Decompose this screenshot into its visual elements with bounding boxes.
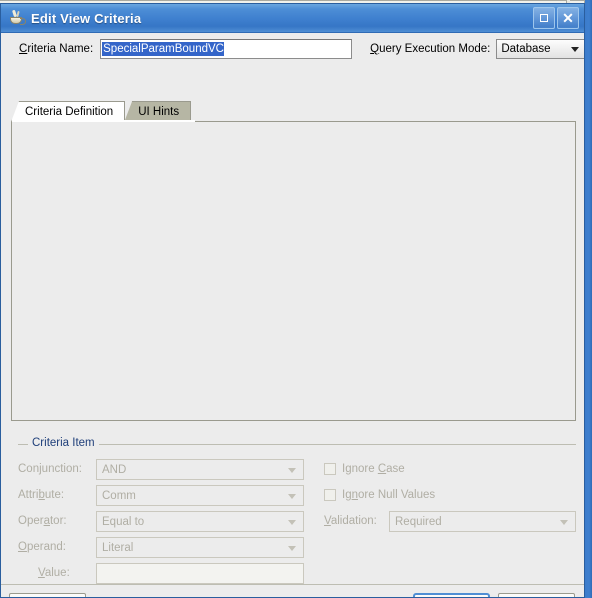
cancel-button[interactable]: Cancel	[498, 593, 575, 597]
attribute-label: Attribute:	[18, 489, 65, 501]
criteria-name-label: Criteria Name:	[19, 43, 94, 55]
operator-select[interactable]: Equal to	[96, 511, 304, 532]
validation-select[interactable]: Required	[389, 511, 576, 532]
value-input[interactable]	[96, 563, 304, 584]
operand-value: Literal	[102, 541, 134, 554]
value-label: Value:	[38, 567, 70, 579]
dialog-header-row: Criteria Name: SpecialParamBoundVC Query…	[1, 33, 584, 65]
window-controls: ✕	[533, 7, 581, 29]
chevron-down-icon	[288, 519, 296, 525]
chevron-down-icon	[288, 545, 296, 551]
dialog-body: Criteria Name: SpecialParamBoundVC Query…	[1, 33, 584, 597]
query-execution-mode-label: Query Execution Mode:	[370, 43, 491, 55]
tab-seam-mask	[12, 120, 195, 122]
maximize-button[interactable]	[533, 7, 555, 29]
criteria-item-group: Criteria Item Conjunction: AND Attribute…	[18, 437, 576, 584]
java-coffee-cup-icon	[8, 9, 26, 27]
dialog-title: Edit View Criteria	[31, 10, 142, 26]
background-window-right-edge	[585, 0, 592, 598]
conjunction-label: Conjunction:	[18, 463, 82, 475]
ignore-case-checkbox[interactable]	[324, 463, 336, 475]
edit-view-criteria-dialog: Edit View Criteria ✕ Criteria Name: Spec…	[0, 3, 585, 598]
criteria-name-value: SpecialParamBoundVC	[102, 42, 224, 56]
conjunction-value: AND	[102, 463, 127, 476]
maximize-icon	[540, 14, 548, 22]
ignore-null-values-checkbox[interactable]	[324, 489, 336, 501]
help-button[interactable]: Help	[9, 593, 86, 597]
conjunction-select[interactable]: AND	[96, 459, 304, 480]
tab-ui-hints[interactable]: UI Hints	[124, 101, 192, 122]
criteria-item-title: Criteria Item	[28, 437, 99, 449]
validation-value: Required	[395, 515, 442, 528]
criteria-name-input[interactable]: SpecialParamBoundVC	[100, 39, 353, 59]
operator-value: Equal to	[102, 515, 145, 528]
ignore-null-values-label: Ignore Null Values	[342, 489, 436, 501]
tab-criteria-definition[interactable]: Criteria Definition	[11, 101, 126, 122]
operand-label: Operand:	[18, 541, 66, 553]
tab-bar: Criteria Definition UI Hints	[11, 101, 192, 122]
ok-button[interactable]: OK	[413, 593, 490, 597]
dialog-titlebar[interactable]: Edit View Criteria ✕	[1, 4, 584, 33]
group-divider	[18, 444, 576, 445]
validation-label: Validation:	[324, 515, 377, 527]
chevron-down-icon	[288, 493, 296, 499]
dialog-footer: Help OK Cancel	[1, 593, 584, 597]
attribute-value: Comm	[102, 489, 136, 502]
query-execution-mode-select[interactable]: Database	[496, 39, 584, 59]
attribute-select[interactable]: Comm	[96, 485, 304, 506]
query-execution-mode-value: Database	[501, 43, 551, 55]
chevron-down-icon	[288, 467, 296, 473]
chevron-down-icon	[571, 47, 579, 52]
close-button[interactable]: ✕	[557, 7, 579, 29]
footer-divider	[1, 584, 584, 585]
chevron-down-icon	[560, 519, 568, 525]
desktop-background: Edit View Criteria ✕ Criteria Name: Spec…	[0, 0, 592, 598]
ignore-case-label: Ignore Case	[342, 463, 405, 475]
operator-label: Operator:	[18, 515, 67, 527]
tab-panel	[11, 121, 576, 421]
operand-select[interactable]: Literal	[96, 537, 304, 558]
close-icon: ✕	[562, 9, 574, 26]
